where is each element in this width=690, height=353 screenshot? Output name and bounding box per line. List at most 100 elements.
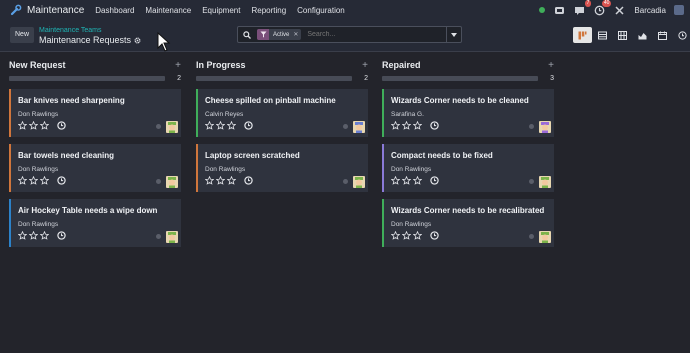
priority-star-icon[interactable]	[402, 121, 411, 130]
priority-star-icon[interactable]	[40, 121, 49, 130]
priority-star-icon[interactable]	[40, 231, 49, 240]
search-icon	[243, 30, 251, 39]
kanban-card[interactable]: Wizards Corner needs to be recalibrated D…	[382, 199, 554, 247]
assignee-avatar[interactable]	[353, 121, 365, 133]
menu-maintenance[interactable]: Maintenance	[145, 6, 191, 15]
priority-star-icon[interactable]	[402, 176, 411, 185]
activity-view-button[interactable]	[673, 27, 690, 43]
priority-star-icon[interactable]	[227, 121, 236, 130]
app-logo[interactable]: Maintenance	[10, 4, 84, 16]
user-avatar[interactable]	[674, 5, 684, 15]
status-dot[interactable]	[343, 179, 348, 184]
column-count: 2	[364, 74, 368, 82]
add-card-icon[interactable]: +	[175, 60, 181, 71]
assignee-avatar[interactable]	[166, 176, 178, 188]
status-dot[interactable]	[529, 124, 534, 129]
priority-star-icon[interactable]	[29, 176, 38, 185]
progress-bar[interactable]	[382, 75, 538, 81]
status-dot[interactable]	[343, 124, 348, 129]
search-options-toggle[interactable]	[446, 27, 461, 42]
priority-star-icon[interactable]	[413, 176, 422, 185]
chat-icon[interactable]: 7	[574, 0, 592, 16]
assignee-avatar[interactable]	[539, 231, 551, 243]
priority-star-icon[interactable]	[216, 121, 225, 130]
activity-clock-icon[interactable]	[244, 121, 253, 130]
status-dot[interactable]	[156, 234, 161, 239]
search-input[interactable]	[307, 31, 428, 38]
column-title: New Request	[9, 60, 66, 70]
systray: 7 40 Barcadia	[539, 0, 690, 20]
activity-clock-icon[interactable]	[244, 176, 253, 185]
menu-configuration[interactable]: Configuration	[297, 6, 345, 15]
add-card-icon[interactable]: +	[548, 60, 554, 71]
assignee-avatar[interactable]	[166, 121, 178, 133]
priority-star-icon[interactable]	[216, 176, 225, 185]
activity-clock-icon[interactable]	[430, 231, 439, 240]
assignee-avatar[interactable]	[539, 176, 551, 188]
phone-icon[interactable]	[554, 5, 565, 16]
assignee-avatar[interactable]	[539, 121, 551, 133]
graph-view-button[interactable]	[633, 27, 652, 43]
chat-badge: 7	[584, 0, 592, 7]
activity-clock-icon[interactable]	[57, 121, 66, 130]
priority-star-icon[interactable]	[18, 231, 27, 240]
breadcrumb-parent[interactable]: Maintenance Teams	[39, 27, 102, 34]
priority-star-icon[interactable]	[391, 121, 400, 130]
activity-clock-icon[interactable]	[430, 176, 439, 185]
company-switcher[interactable]: Barcadia	[634, 6, 666, 15]
status-dot[interactable]	[156, 179, 161, 184]
assignee-avatar[interactable]	[166, 231, 178, 243]
progress-bar[interactable]	[9, 75, 165, 81]
priority-star-icon[interactable]	[391, 231, 400, 240]
list-view-button[interactable]	[593, 27, 612, 43]
menu-dashboard[interactable]: Dashboard	[95, 6, 134, 15]
column-progress: 2	[196, 73, 368, 83]
column-count: 3	[550, 74, 554, 82]
kanban-card[interactable]: Cheese spilled on pinball machine Calvin …	[196, 89, 368, 137]
priority-star-icon[interactable]	[413, 121, 422, 130]
menu-equipment[interactable]: Equipment	[202, 6, 240, 15]
priority-star-icon[interactable]	[205, 121, 214, 130]
tools-icon[interactable]	[614, 5, 625, 16]
status-dot[interactable]	[529, 179, 534, 184]
priority-star-icon[interactable]	[205, 176, 214, 185]
priority-star-icon[interactable]	[29, 121, 38, 130]
priority-star-icon[interactable]	[29, 231, 38, 240]
priority-star-icon[interactable]	[18, 121, 27, 130]
card-assignee: Don Rawlings	[391, 166, 432, 173]
presence-status-icon	[539, 7, 546, 13]
mouse-cursor-icon	[157, 32, 171, 52]
status-dot[interactable]	[156, 124, 161, 129]
activity-clock-icon[interactable]	[430, 121, 439, 130]
calendar-view-button[interactable]	[653, 27, 672, 43]
progress-bar[interactable]	[196, 75, 352, 81]
activity-clock-icon[interactable]	[57, 231, 66, 240]
assignee-avatar[interactable]	[353, 176, 365, 188]
activity-clock-icon[interactable]: 40	[594, 0, 612, 16]
add-card-icon[interactable]: +	[362, 60, 368, 71]
priority-star-icon[interactable]	[227, 176, 236, 185]
column-header[interactable]: In Progress +	[196, 57, 368, 73]
priority-star-icon[interactable]	[18, 176, 27, 185]
column-header[interactable]: New Request +	[9, 57, 181, 73]
status-dot[interactable]	[529, 234, 534, 239]
kanban-card[interactable]: Bar towels need cleaning Don Rawlings	[9, 144, 181, 192]
priority-star-icon[interactable]	[402, 231, 411, 240]
kanban-card[interactable]: Wizards Corner needs to be cleaned Sarafi…	[382, 89, 554, 137]
kanban-card[interactable]: Air Hockey Table needs a wipe down Don Ra…	[9, 199, 181, 247]
new-button[interactable]: New	[10, 27, 35, 43]
filter-facet[interactable]: Active ✕	[257, 29, 302, 40]
gear-icon[interactable]	[134, 37, 141, 44]
priority-star-icon[interactable]	[413, 231, 422, 240]
priority-star-icon[interactable]	[40, 176, 49, 185]
priority-star-icon[interactable]	[391, 176, 400, 185]
kanban-card[interactable]: Laptop screen scratched Don Rawlings	[196, 144, 368, 192]
kanban-card[interactable]: Bar knives need sharpening Don Rawlings	[9, 89, 181, 137]
calendar-grid-view-button[interactable]	[613, 27, 632, 43]
menu-reporting[interactable]: Reporting	[251, 6, 286, 15]
activity-clock-icon[interactable]	[57, 176, 66, 185]
kanban-card[interactable]: Compact needs to be fixed Don Rawlings	[382, 144, 554, 192]
facet-remove-icon[interactable]: ✕	[293, 31, 298, 38]
column-header[interactable]: Repaired +	[382, 57, 554, 73]
kanban-view-button[interactable]	[573, 27, 592, 43]
